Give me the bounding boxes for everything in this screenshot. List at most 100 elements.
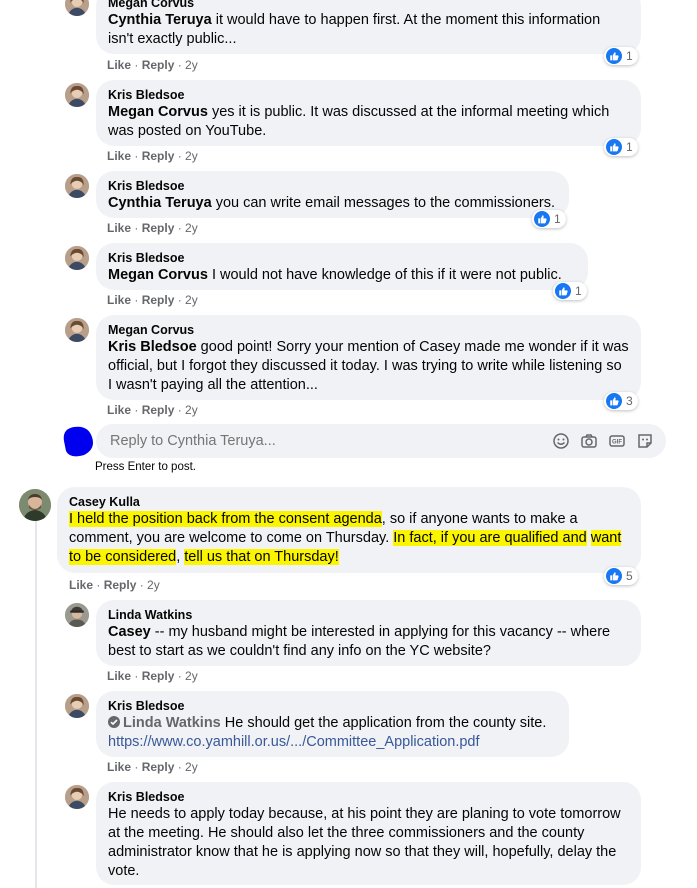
comment-author[interactable]: Casey Kulla	[69, 494, 629, 510]
mention-verified-icon	[108, 716, 120, 728]
comment-time[interactable]: 2y	[185, 221, 198, 235]
reaction-count[interactable]: 3	[604, 392, 638, 410]
avatar[interactable]	[65, 174, 89, 198]
comment-author[interactable]: Kris Bledsoe	[108, 250, 576, 266]
comment-text: Megan Corvus yes it is public. It was di…	[108, 103, 629, 141]
comment-mention[interactable]: Cynthia Teruya	[108, 195, 212, 211]
comment-mention[interactable]: Megan Corvus	[108, 267, 208, 283]
sticker-icon[interactable]	[636, 432, 654, 450]
like-link[interactable]: Like	[107, 149, 131, 163]
reply-link[interactable]: Reply	[142, 221, 175, 235]
like-reaction-icon	[534, 211, 550, 227]
comment-time[interactable]: 2y	[185, 669, 198, 683]
comment-author[interactable]: Kris Bledsoe	[108, 789, 629, 805]
avatar[interactable]	[65, 0, 89, 16]
gif-icon[interactable]: GIF	[608, 432, 626, 450]
like-reaction-icon	[606, 48, 622, 64]
avatar[interactable]	[65, 246, 89, 270]
reaction-number: 5	[626, 569, 633, 583]
comment-time[interactable]: 2y	[185, 760, 198, 774]
reaction-number: 1	[575, 284, 582, 298]
comment-actions: Like · Reply · 2y	[107, 221, 198, 235]
like-reaction-icon	[606, 139, 622, 155]
reply-link[interactable]: Reply	[104, 578, 137, 592]
comment-author[interactable]: Kris Bledsoe	[108, 698, 557, 714]
highlighted-text: tell us that on Thursday!	[184, 549, 339, 565]
avatar[interactable]	[65, 318, 89, 342]
comment-actions: Like · Reply · 2y	[107, 403, 198, 417]
avatar[interactable]	[65, 785, 89, 809]
comment-mention[interactable]: Cynthia Teruya	[108, 12, 212, 28]
like-reaction-icon	[606, 393, 622, 409]
avatar[interactable]	[65, 603, 89, 627]
like-reaction-icon	[555, 283, 571, 299]
comment-time[interactable]: 2y	[185, 403, 198, 417]
like-link[interactable]: Like	[107, 221, 131, 235]
reply-link[interactable]: Reply	[142, 149, 175, 163]
reply-hint: Press Enter to post.	[95, 461, 196, 473]
comment-actions: Like · Reply · 2y	[107, 149, 198, 163]
comment-mention[interactable]: Linda Watkins	[123, 715, 221, 731]
comment-time[interactable]: 2y	[147, 578, 160, 592]
avatar[interactable]	[65, 694, 89, 718]
comment-bubble: Kris Bledsoe Megan Corvus I would not ha…	[96, 243, 588, 290]
comment-body: I would not have knowledge of this if it…	[207, 267, 562, 283]
comment-bubble: Kris Bledsoe Linda Watkins He should get…	[96, 691, 569, 757]
comment-actions: Like · Reply · 2y	[107, 760, 198, 774]
reaction-count[interactable]: 5	[604, 567, 638, 585]
emoji-icon[interactable]	[552, 432, 570, 450]
thread-line	[35, 508, 37, 888]
comment-mention[interactable]: Casey	[108, 624, 151, 640]
reply-link[interactable]: Reply	[142, 293, 175, 307]
comment-bubble: Megan Corvus Kris Bledsoe good point! So…	[96, 315, 641, 400]
redacted-avatar	[58, 423, 96, 457]
reaction-count[interactable]: 1	[553, 282, 587, 300]
reaction-count[interactable]: 1	[532, 210, 566, 228]
comment-time[interactable]: 2y	[185, 149, 198, 163]
avatar[interactable]	[65, 83, 89, 107]
comment-bubble: Kris Bledsoe Megan Corvus yes it is publ…	[96, 80, 641, 146]
reply-input[interactable]	[108, 432, 552, 450]
comment-time[interactable]: 2y	[185, 58, 198, 72]
comment-bubble: Megan Corvus Cynthia Teruya it would hav…	[96, 0, 641, 54]
reply-link[interactable]: Reply	[142, 403, 175, 417]
reply-link[interactable]: Reply	[142, 58, 175, 72]
reaction-number: 3	[626, 394, 633, 408]
reaction-count[interactable]: 1	[604, 138, 638, 156]
highlighted-text: I held the position back from the consen…	[69, 511, 382, 527]
comment-mention[interactable]: Kris Bledsoe	[108, 339, 197, 355]
comment-bubble: Casey Kulla I held the position back fro…	[57, 487, 641, 573]
comment-author[interactable]: Kris Bledsoe	[108, 178, 557, 194]
comment-text: Casey -- my husband might be interested …	[108, 623, 629, 661]
comment-text: I held the position back from the consen…	[69, 510, 629, 567]
like-link[interactable]: Like	[107, 403, 131, 417]
comment-author[interactable]: Kris Bledsoe	[108, 87, 629, 103]
like-link[interactable]: Like	[107, 293, 131, 307]
comment-author[interactable]: Megan Corvus	[108, 0, 629, 11]
reply-tools: GIF	[552, 432, 654, 450]
comment-actions: Like · Reply · 2y	[69, 578, 160, 592]
like-link[interactable]: Like	[69, 578, 93, 592]
comment-author[interactable]: Linda Watkins	[108, 607, 629, 623]
comment-text: Linda Watkins He should get the applicat…	[108, 714, 557, 733]
avatar-image	[65, 694, 89, 718]
comment-author[interactable]: Megan Corvus	[108, 322, 629, 338]
comment-mention[interactable]: Megan Corvus	[108, 104, 208, 120]
camera-icon[interactable]	[580, 432, 598, 450]
comment-time[interactable]: 2y	[185, 293, 198, 307]
reply-link[interactable]: Reply	[142, 760, 175, 774]
comment-bubble: Kris Bledsoe Cynthia Teruya you can writ…	[96, 171, 569, 218]
like-link[interactable]: Like	[107, 669, 131, 683]
comment-bubble: Linda Watkins Casey -- my husband might …	[96, 600, 641, 666]
reply-composer: GIF	[96, 424, 666, 458]
reaction-count[interactable]: 1	[604, 47, 638, 65]
reply-link[interactable]: Reply	[142, 669, 175, 683]
comment-body: He needs to apply today because, at his …	[108, 806, 621, 879]
comment-actions: Like · Reply · 2y	[107, 293, 198, 307]
application-link[interactable]: https://www.co.yamhill.or.us/.../Committ…	[108, 733, 557, 752]
like-link[interactable]: Like	[107, 58, 131, 72]
avatar[interactable]	[19, 489, 51, 521]
like-link[interactable]: Like	[107, 760, 131, 774]
avatar-image	[65, 603, 89, 627]
reaction-number: 1	[554, 212, 561, 226]
